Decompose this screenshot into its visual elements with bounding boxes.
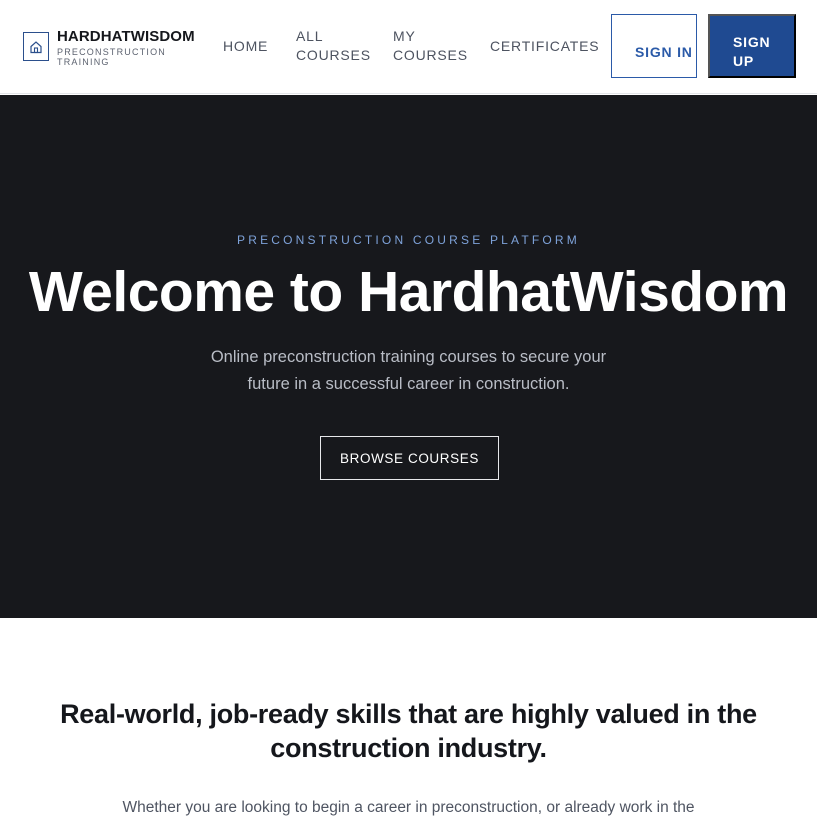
- brand-name[interactable]: HARDHATWISDOM: [57, 28, 195, 45]
- brand-tagline: PRECONSTRUCTION TRAINING: [57, 47, 167, 67]
- nav-my-courses[interactable]: MY COURSES: [393, 27, 473, 65]
- site-header: HARDHATWISDOM PRECONSTRUCTION TRAINING H…: [0, 0, 817, 94]
- skills-title: Real-world, job-ready skills that are hi…: [60, 699, 757, 763]
- nav-all-courses[interactable]: ALL COURSES: [296, 27, 376, 65]
- hero-eyebrow: PRECONSTRUCTION COURSE PLATFORM: [237, 233, 580, 247]
- nav-certificates[interactable]: CERTIFICATES: [490, 37, 599, 56]
- sign-in-button[interactable]: SIGN IN: [611, 14, 697, 78]
- house-icon[interactable]: [23, 32, 49, 61]
- nav-home[interactable]: HOME: [223, 37, 268, 56]
- sign-up-button[interactable]: SIGN UP: [708, 14, 796, 78]
- hero-subtitle: Online preconstruction training courses …: [210, 348, 607, 393]
- house-icon-glyph: [30, 40, 42, 53]
- hero-title: Welcome to HardhatWisdom: [28, 260, 789, 324]
- hero-section: PRECONSTRUCTION COURSE PLATFORM Welcome …: [0, 95, 817, 618]
- skills-body: Whether you are looking to begin a caree…: [122, 799, 695, 816]
- page: HARDHATWISDOM PRECONSTRUCTION TRAINING H…: [0, 0, 817, 817]
- browse-courses-button[interactable]: BROWSE COURSES: [320, 436, 499, 480]
